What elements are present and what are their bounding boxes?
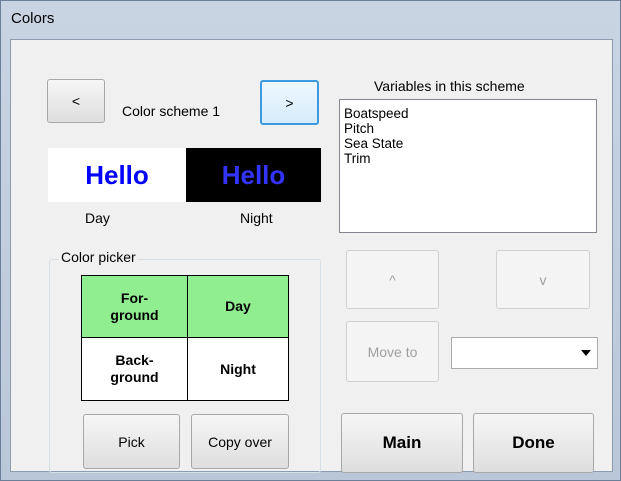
day-cell[interactable]: Day bbox=[187, 275, 289, 338]
night-label: Night bbox=[240, 210, 273, 226]
next-scheme-button[interactable]: > bbox=[260, 80, 319, 125]
color-picker-title: Color picker bbox=[59, 249, 138, 265]
scheme-name: Color scheme 1 bbox=[122, 103, 221, 119]
pick-button[interactable]: Pick bbox=[83, 414, 180, 469]
copy-over-button[interactable]: Copy over bbox=[191, 414, 289, 469]
colors-window: Colors < Color scheme 1 > Hello Hello Da… bbox=[0, 0, 621, 481]
background-cell[interactable]: Back- ground bbox=[81, 337, 188, 401]
move-to-button[interactable]: Move to bbox=[346, 321, 439, 382]
foreground-cell[interactable]: For- ground bbox=[81, 275, 188, 338]
title-bar[interactable]: Colors bbox=[1, 1, 621, 37]
move-up-button[interactable]: ^ bbox=[346, 250, 439, 309]
client-area: < Color scheme 1 > Hello Hello Day Night… bbox=[10, 39, 613, 473]
day-preview: Hello bbox=[48, 148, 186, 202]
night-preview: Hello bbox=[186, 148, 321, 202]
day-label: Day bbox=[85, 210, 110, 226]
variables-list[interactable]: Boatspeed Pitch Sea State Trim bbox=[339, 99, 597, 233]
night-cell[interactable]: Night bbox=[187, 337, 289, 401]
list-item[interactable]: Sea State bbox=[340, 136, 596, 151]
main-button[interactable]: Main bbox=[341, 413, 463, 473]
prev-scheme-button[interactable]: < bbox=[47, 79, 105, 123]
list-item[interactable]: Pitch bbox=[340, 121, 596, 136]
variables-label: Variables in this scheme bbox=[374, 78, 525, 94]
window-title: Colors bbox=[11, 10, 55, 27]
list-item[interactable]: Trim bbox=[340, 151, 596, 166]
move-down-button[interactable]: v bbox=[496, 250, 590, 309]
list-item[interactable]: Boatspeed bbox=[340, 100, 596, 121]
chevron-down-icon bbox=[581, 350, 591, 356]
done-button[interactable]: Done bbox=[473, 413, 594, 473]
move-to-dropdown[interactable] bbox=[451, 337, 598, 369]
